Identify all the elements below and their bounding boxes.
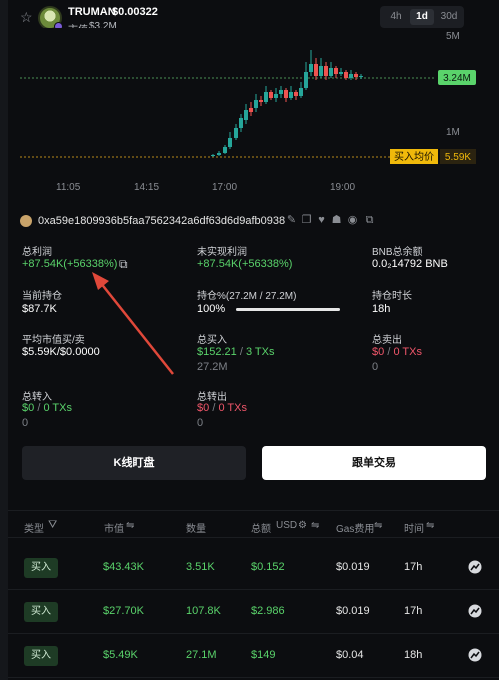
trade-chart-icon[interactable]: [468, 648, 482, 662]
trade-qty: 107.8K: [186, 605, 221, 617]
trade-chart-icon[interactable]: [468, 560, 482, 574]
table-row[interactable]: 买入 $27.70K 107.8K $2.986 $0.019 17h: [8, 590, 499, 634]
col-qty: 数量: [186, 524, 206, 535]
col-currency[interactable]: USD: [276, 520, 297, 531]
trade-mcap: $27.70K: [103, 605, 144, 617]
col-gas: Gas费用: [336, 524, 375, 535]
gas-swap-icon[interactable]: ⇋: [374, 520, 382, 531]
trade-type-badge: 买入: [24, 646, 58, 666]
col-total: 总额: [251, 524, 271, 535]
trade-time: 18h: [404, 649, 423, 661]
trade-gas: $0.04: [336, 649, 364, 661]
copy-trade-button[interactable]: 跟单交易: [262, 446, 486, 480]
col-type: 类型: [24, 524, 44, 535]
time-swap-icon[interactable]: ⇋: [426, 520, 434, 531]
trade-time: 17h: [404, 561, 423, 573]
table-row[interactable]: 买入 $5.49K 27.1M $149 $0.04 18h: [8, 634, 499, 678]
filter-icon[interactable]: ⛛: [48, 519, 57, 532]
currency-swap-icon[interactable]: ⇋: [311, 520, 319, 531]
trade-type-badge: 买入: [24, 602, 58, 622]
trade-gas: $0.019: [336, 561, 370, 573]
trade-mcap: $43.43K: [103, 561, 144, 573]
swap-icon[interactable]: ⇋: [126, 520, 134, 531]
trade-qty: 27.1M: [186, 649, 217, 661]
trade-qty: 3.51K: [186, 561, 215, 573]
trades-table-header: 类型 ⛛ 市值 ⇋ 数量 总额 USD ⚙ ⇋ Gas费用 ⇋ 时间 ⇋: [8, 510, 499, 538]
trade-total: $0.152: [251, 561, 285, 573]
annotation-arrow-line: [99, 281, 174, 375]
annotation-arrow-head: [92, 272, 109, 290]
table-row[interactable]: 买入 $43.43K 3.51K $0.152 $0.019 17h: [8, 546, 499, 590]
trade-total: $2.986: [251, 605, 285, 617]
trade-chart-icon[interactable]: [468, 604, 482, 618]
trade-total: $149: [251, 649, 276, 661]
kline-watch-button[interactable]: K线盯盘: [22, 446, 246, 480]
trade-gas: $0.019: [336, 605, 370, 617]
col-mcap: 市值: [104, 524, 124, 535]
wallet-detail-panel: ☆ TRUMAN $0.00322 市值 $3.2M 4h 1d 30d 5M …: [8, 0, 499, 680]
trade-time: 17h: [404, 605, 423, 617]
col-time: 时间: [404, 524, 424, 535]
trade-mcap: $5.49K: [103, 649, 138, 661]
trade-type-badge: 买入: [24, 558, 58, 578]
settings-icon[interactable]: ⚙: [298, 520, 307, 531]
